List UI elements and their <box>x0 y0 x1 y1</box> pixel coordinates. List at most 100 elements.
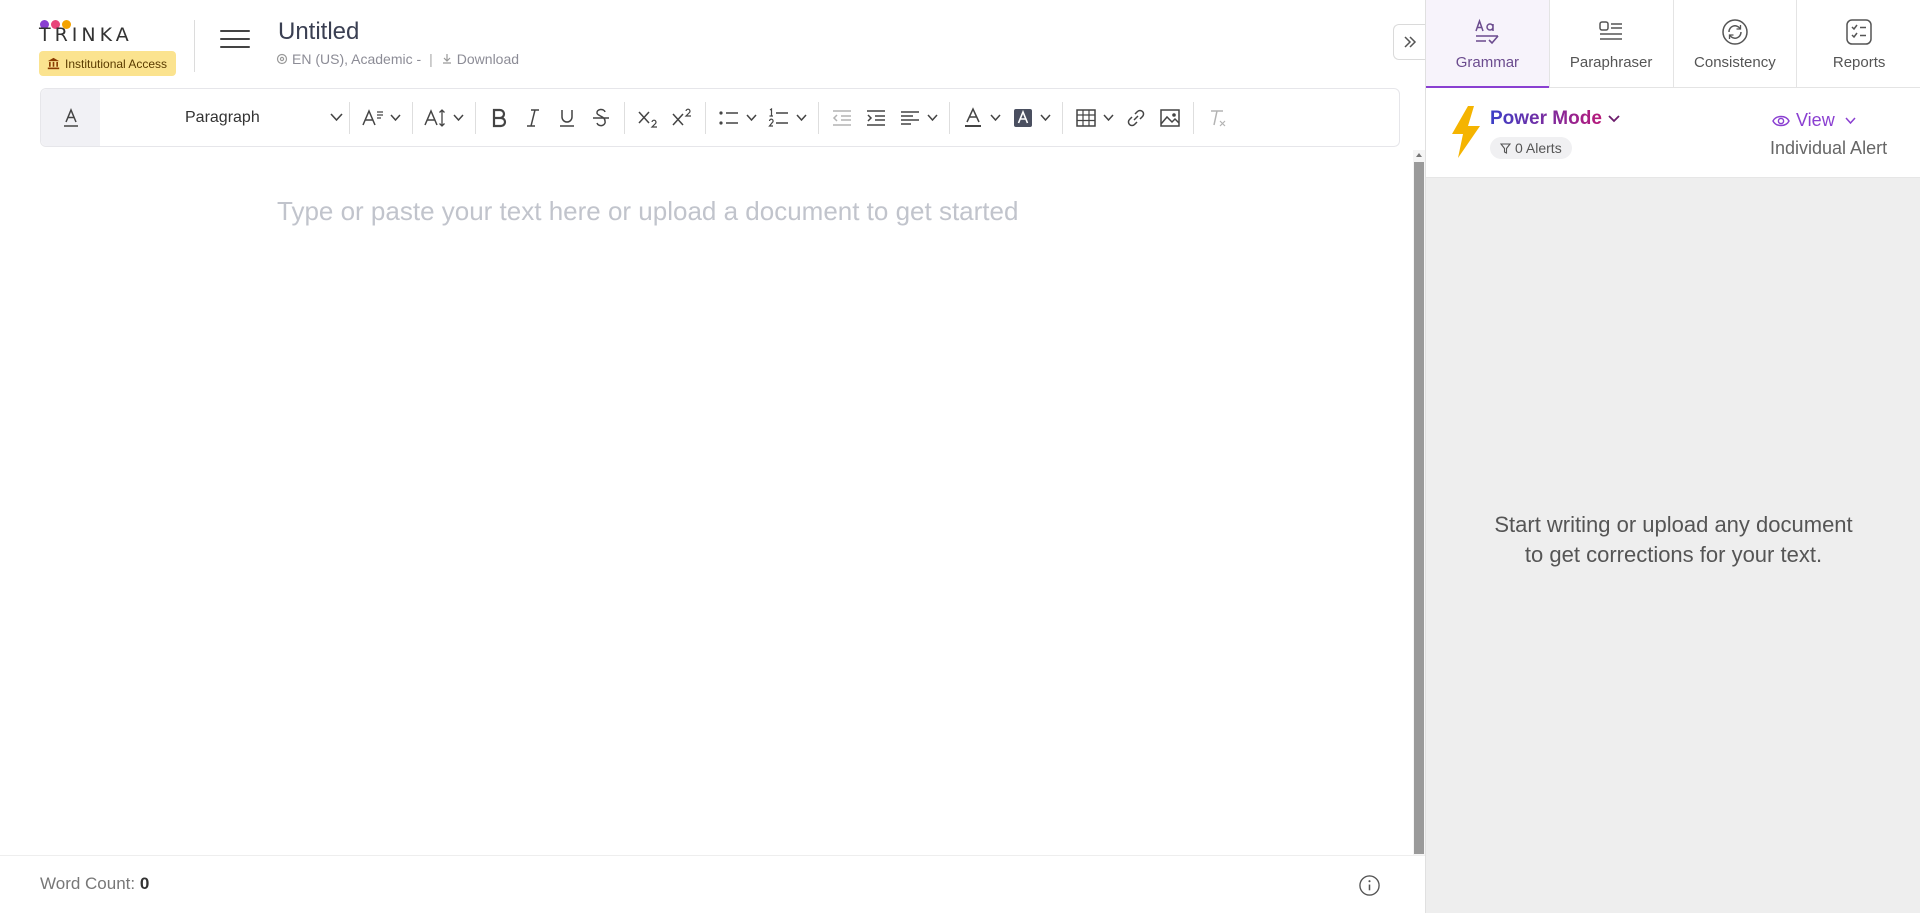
image-icon <box>1160 108 1180 127</box>
subscript-icon <box>638 110 657 128</box>
download-link[interactable]: Download <box>457 51 519 67</box>
toolbar-separator <box>1062 101 1063 134</box>
info-icon[interactable] <box>1358 874 1381 897</box>
strikethrough-icon <box>593 108 609 126</box>
mode-bar: Power Mode 0 Alerts View Individual Aler… <box>1426 88 1920 178</box>
view-mode-label: Individual Alert <box>1770 138 1888 158</box>
font-family-icon <box>362 108 383 125</box>
italic-icon <box>527 108 539 127</box>
table-button[interactable] <box>1069 100 1119 136</box>
tab-paraphraser[interactable]: Paraphraser <box>1550 0 1674 88</box>
font-size-icon <box>424 108 445 127</box>
superscript-icon <box>672 108 691 126</box>
menu-line <box>220 46 250 48</box>
document-meta: EN (US), Academic - | Download <box>276 51 519 67</box>
right-panel: Grammar Paraphraser Consistency Reports … <box>1425 0 1920 913</box>
link-icon <box>1127 109 1145 126</box>
tab-paraphraser-label: Paraphraser <box>1569 53 1653 71</box>
text-format-button[interactable] <box>41 89 100 146</box>
tab-reports[interactable]: Reports <box>1797 0 1920 88</box>
collapse-panel-button[interactable] <box>1393 24 1425 60</box>
tab-consistency-label: Consistency <box>1694 53 1776 71</box>
table-icon <box>1076 108 1096 127</box>
power-mode-label: Power Mode <box>1490 108 1602 129</box>
link-button[interactable] <box>1119 100 1153 136</box>
indent-icon <box>867 109 885 126</box>
meta-separator: | <box>429 51 433 67</box>
scroll-up-arrow-icon[interactable] <box>1414 150 1424 160</box>
chevron-down-icon <box>1845 116 1856 124</box>
trinka-logo[interactable]: TRINKA Institutional Access <box>39 14 179 76</box>
bullet-list-button[interactable] <box>712 100 762 136</box>
filter-icon <box>1500 142 1511 154</box>
editor-placeholder[interactable]: Type or paste your text here or upload a… <box>277 196 1018 227</box>
subscript-button[interactable] <box>631 100 665 136</box>
panel-tabs: Grammar Paraphraser Consistency Reports <box>1426 0 1920 89</box>
menu-button[interactable] <box>220 30 250 54</box>
italic-button[interactable] <box>516 100 550 136</box>
bold-icon <box>492 108 507 127</box>
top-bar: TRINKA Institutional Access Untitled EN … <box>0 0 1425 86</box>
institutional-access-badge: Institutional Access <box>39 51 177 76</box>
grammar-icon <box>1475 18 1499 44</box>
strikethrough-button[interactable] <box>584 100 618 136</box>
empty-state-line-1: Start writing or upload any document <box>1494 512 1853 537</box>
chevron-down-icon <box>927 113 938 121</box>
toolbar-separator <box>412 101 413 134</box>
toolbar-separator <box>949 101 950 134</box>
language-setting[interactable]: EN (US), Academic - <box>292 51 421 67</box>
align-left-icon <box>901 110 919 125</box>
tab-grammar[interactable]: Grammar <box>1426 0 1550 89</box>
paragraph-style-dropdown[interactable]: Paragraph <box>185 109 343 127</box>
editor-area: TRINKA Institutional Access Untitled EN … <box>0 0 1425 913</box>
font-size-button[interactable] <box>419 100 469 136</box>
institution-icon <box>47 57 60 70</box>
chevron-down-icon <box>796 113 807 121</box>
align-button[interactable] <box>893 100 943 136</box>
view-dropdown[interactable]: View <box>1772 110 1856 131</box>
lightning-bolt-icon <box>1452 106 1480 158</box>
empty-state-message: Start writing or upload any document to … <box>1426 510 1920 570</box>
word-count: Word Count: 0 <box>40 874 149 894</box>
settings-icon <box>276 53 288 65</box>
toolbar-separator <box>475 101 476 134</box>
header-divider <box>194 20 195 72</box>
download-icon <box>442 54 451 64</box>
font-family-button[interactable] <box>356 100 406 136</box>
alerts-count: 0 Alerts <box>1515 140 1562 156</box>
highlight-color-button[interactable] <box>1006 100 1056 136</box>
numbered-list-button[interactable] <box>762 100 812 136</box>
toolbar-separator <box>705 101 706 134</box>
word-count-label: Word Count: <box>40 874 136 893</box>
underline-button[interactable] <box>550 100 584 136</box>
alerts-filter[interactable]: 0 Alerts <box>1490 137 1572 159</box>
chevron-down-icon <box>1103 113 1114 121</box>
image-button[interactable] <box>1153 100 1187 136</box>
paraphraser-icon <box>1599 20 1623 40</box>
bullet-list-icon <box>719 110 738 125</box>
chevron-down-icon <box>746 113 757 121</box>
double-chevron-right-icon <box>1403 36 1416 48</box>
scrollbar-thumb[interactable] <box>1414 162 1424 854</box>
numbered-list-icon <box>768 107 788 127</box>
power-mode-dropdown[interactable]: Power Mode <box>1490 108 1620 130</box>
outdent-icon <box>832 109 851 126</box>
toolbar-separator <box>624 101 625 134</box>
outdent-button[interactable] <box>825 100 859 136</box>
menu-line <box>220 38 250 40</box>
clear-formatting-button[interactable] <box>1200 100 1234 136</box>
superscript-button[interactable] <box>665 100 699 136</box>
document-title[interactable]: Untitled <box>278 18 359 46</box>
text-color-button[interactable] <box>956 100 1006 136</box>
eye-icon <box>1772 115 1790 126</box>
editor-footer: Word Count: 0 <box>0 855 1425 913</box>
toolbar-separator <box>1193 101 1194 134</box>
tab-consistency[interactable]: Consistency <box>1674 0 1798 88</box>
indent-button[interactable] <box>859 100 893 136</box>
institutional-access-label: Institutional Access <box>65 56 168 71</box>
reports-icon <box>1846 18 1872 45</box>
tab-grammar-label: Grammar <box>1455 53 1520 71</box>
chevron-down-icon <box>453 113 464 121</box>
bold-button[interactable] <box>482 100 516 136</box>
underline-icon <box>560 109 574 127</box>
